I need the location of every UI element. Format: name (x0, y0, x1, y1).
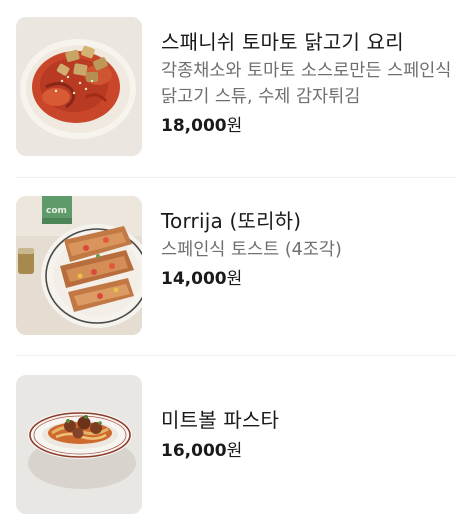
menu-list: 스패니쉬 토마토 닭고기 요리 각종채소와 토마토 소스로만든 스페인식 닭고기… (0, 0, 470, 514)
menu-item-description: 각종채소와 토마토 소스로만든 스페인식 닭고기 스튜, 수제 감자튀김 (161, 61, 452, 107)
price-amount: 14,000 (161, 269, 227, 289)
divider (16, 177, 456, 178)
menu-item-photo: com (16, 196, 142, 335)
menu-item-price: 16,000원 (161, 438, 456, 464)
menu-item-description: 스페인식 토스트 (4조각) (161, 240, 342, 260)
divider (16, 355, 456, 356)
menu-item-name: 스패니쉬 토마토 닭고기 요리 (161, 30, 404, 54)
menu-item-info: 스패니쉬 토마토 닭고기 요리 각종채소와 토마토 소스로만든 스페인식 닭고기… (161, 17, 456, 139)
menu-item-name: 미트볼 파스타 (161, 408, 280, 432)
meatball-pasta-photo (16, 375, 142, 514)
price-amount: 18,000 (161, 116, 227, 136)
svg-text:com: com (46, 206, 67, 216)
menu-item-photo (16, 17, 142, 156)
price-currency: 원 (226, 269, 243, 289)
price-amount: 16,000 (161, 441, 227, 461)
menu-item-torrija[interactable]: com Torrija (또리하) 스페인식 토스트 (4조각) 14,000원 (16, 196, 456, 335)
menu-item-price: 18,000원 (161, 113, 456, 139)
menu-item-photo (16, 375, 142, 514)
menu-item-price: 14,000원 (161, 266, 456, 292)
menu-item-info: Torrija (또리하) 스페인식 토스트 (4조각) 14,000원 (161, 196, 456, 292)
menu-item-meatball-pasta[interactable]: 미트볼 파스타 16,000원 (16, 375, 456, 514)
price-currency: 원 (226, 116, 243, 136)
menu-item-info: 미트볼 파스타 16,000원 (161, 375, 456, 464)
torrija-toast-photo: com (16, 196, 142, 335)
menu-item-spanish-tomato-chicken[interactable]: 스패니쉬 토마토 닭고기 요리 각종채소와 토마토 소스로만든 스페인식 닭고기… (16, 17, 456, 156)
price-currency: 원 (226, 441, 243, 461)
chicken-tomato-stew-photo (16, 17, 142, 156)
menu-item-name: Torrija (또리하) (161, 209, 302, 233)
